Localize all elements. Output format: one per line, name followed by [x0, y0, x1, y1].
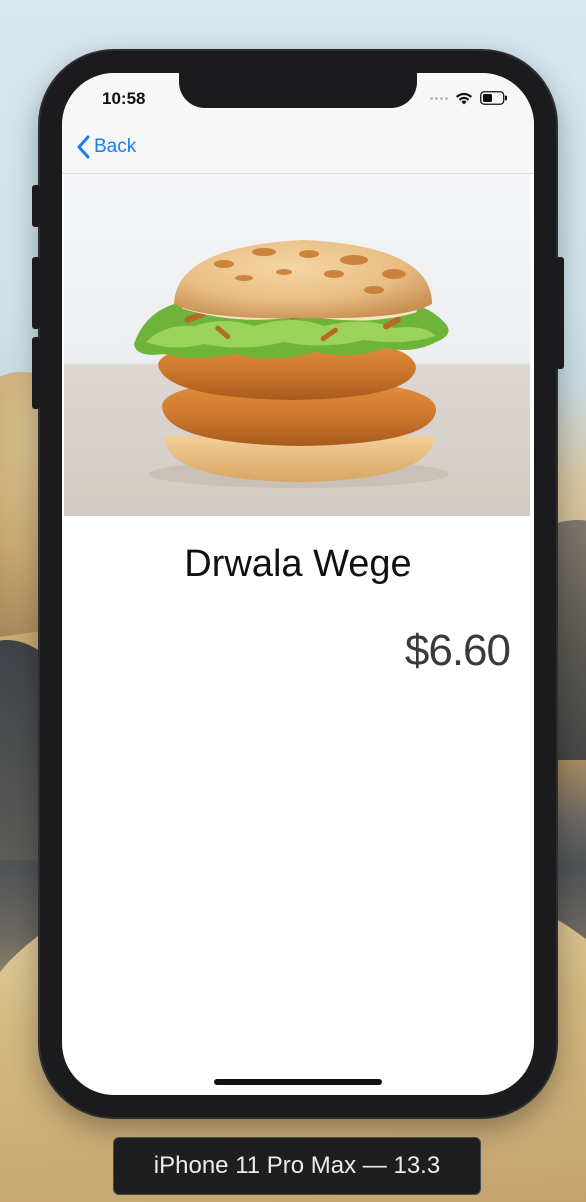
app-screen: 10:58 Back Drwala Wege $6.60: [62, 73, 534, 1095]
signal-dots-icon: [430, 96, 448, 100]
back-button[interactable]: Back: [76, 135, 136, 159]
wifi-icon: [456, 92, 472, 104]
burger-photo: [134, 240, 449, 488]
simulator-device-label: iPhone 11 Pro Max — 13.3: [113, 1137, 481, 1195]
back-button-label: Back: [94, 136, 137, 157]
battery-icon: [480, 91, 507, 105]
device-notch: [179, 73, 417, 108]
home-indicator[interactable]: [214, 1079, 382, 1085]
volume-down-button: [32, 337, 40, 409]
navigation-bar: Back: [62, 125, 534, 174]
chevron-left-icon: [77, 135, 90, 159]
product-image: [64, 174, 530, 516]
side-power-button: [556, 257, 564, 369]
desktop-wallpaper: 10:58 Back Drwala Wege $6.60 iPhone 11 P…: [0, 0, 586, 1202]
status-time: 10:58: [102, 89, 146, 108]
status-icons: [430, 91, 508, 105]
simulator-device: 10:58 Back Drwala Wege $6.60: [32, 51, 564, 1117]
product-price: $6.60: [404, 626, 511, 675]
volume-up-button: [32, 257, 40, 329]
product-name: Drwala Wege: [184, 543, 412, 585]
mute-switch: [32, 185, 40, 227]
